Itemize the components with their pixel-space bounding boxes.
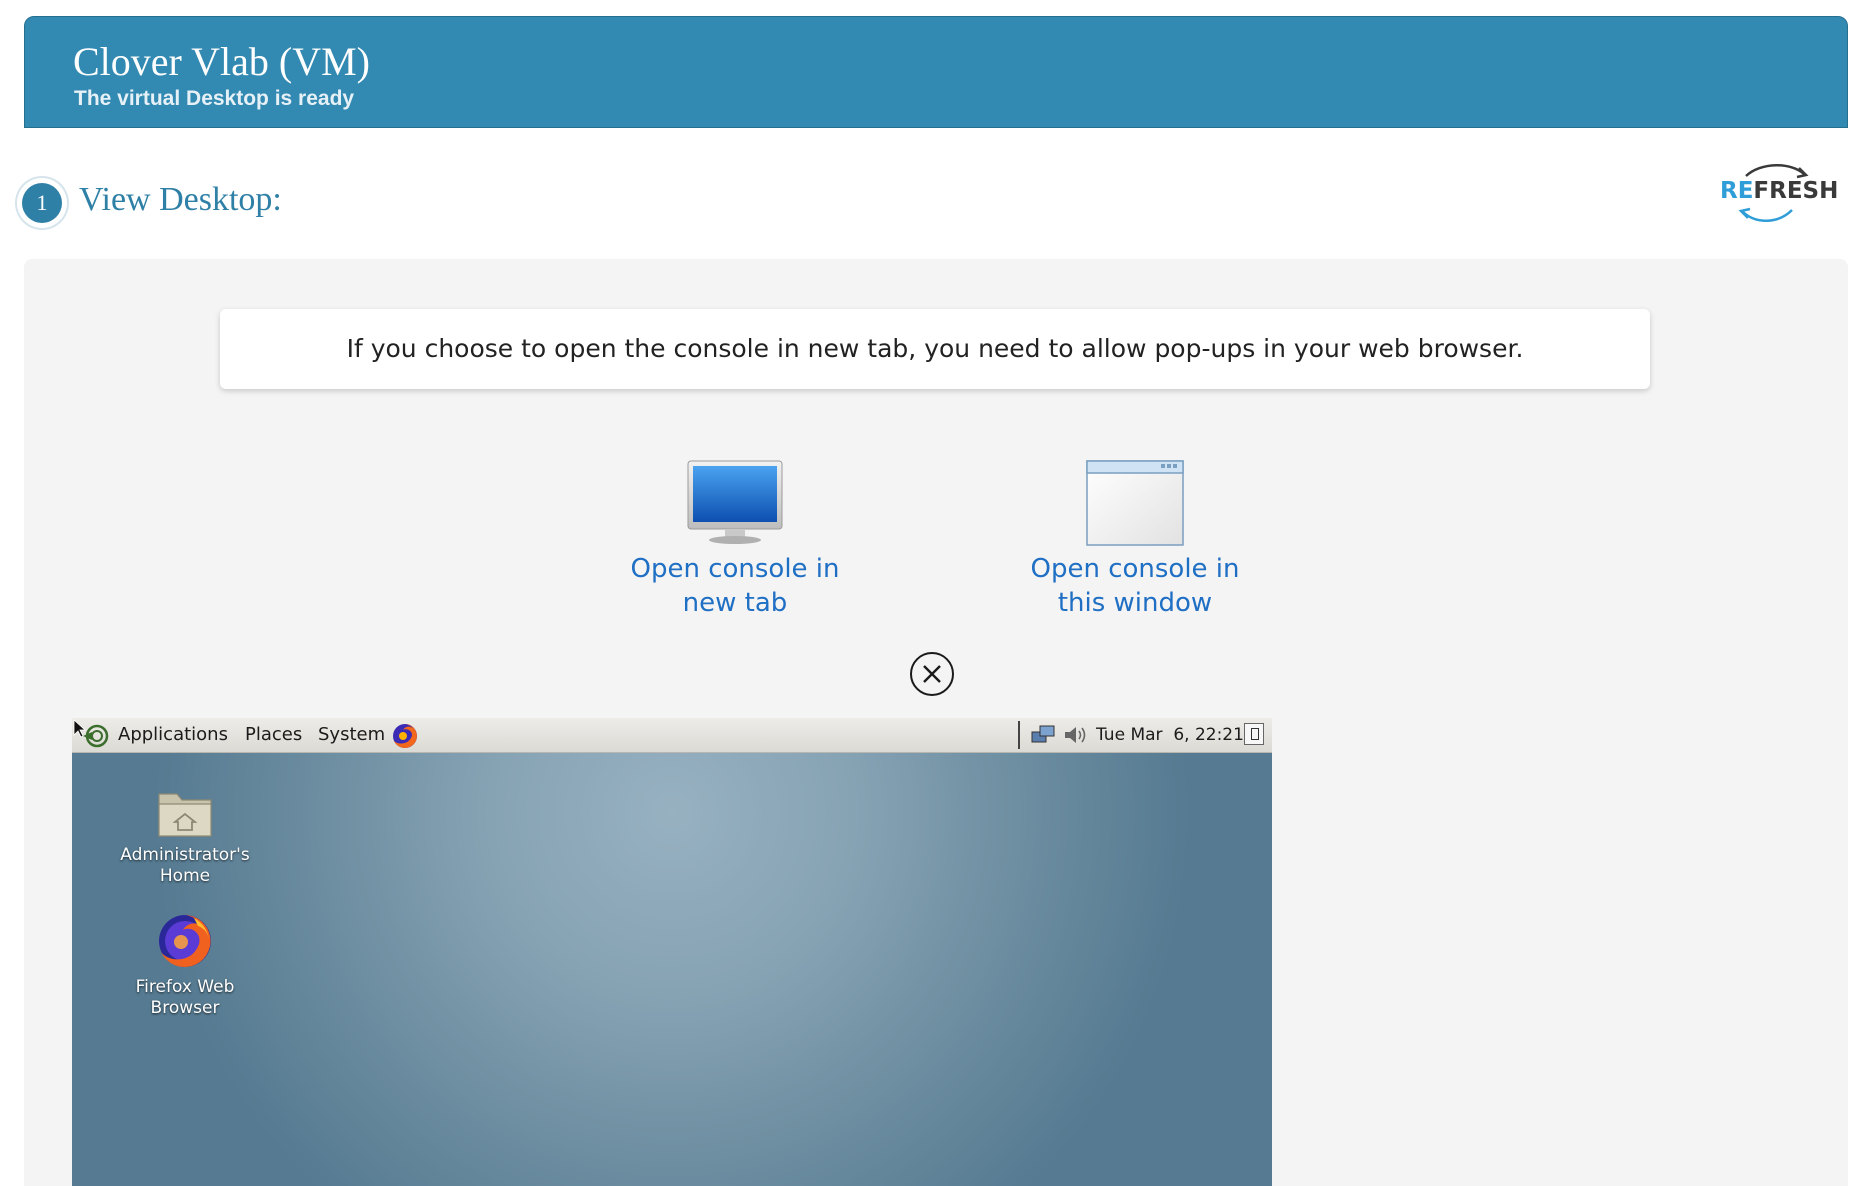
network-icon[interactable] [1030,724,1058,746]
this-window-link-line1[interactable]: Open console in [1015,552,1255,586]
vm-menu-places[interactable]: Places [245,718,302,752]
monitor-icon[interactable] [615,458,855,548]
step-number-badge: 1 [17,178,67,228]
vm-console-screen[interactable]: Applications Places System Tue Mar 6, 22… [72,718,1272,1186]
volume-icon[interactable] [1062,724,1088,746]
app-title: Clover Vlab (VM) [73,39,370,84]
vm-clock[interactable]: Tue Mar 6, 22:21 [1096,718,1244,752]
desktop-icon-firefox[interactable]: Firefox Web Browser [110,910,260,1019]
home-folder-icon [158,793,212,837]
close-console-button[interactable] [910,652,954,696]
vm-menu-applications[interactable]: Applications [118,718,228,752]
app-subtitle: The virtual Desktop is ready [74,87,355,110]
step-title: View Desktop: [79,181,282,218]
desktop-icon-home-label-1: Administrator's [120,845,250,865]
open-console-new-tab[interactable]: Open console in new tab [615,458,855,620]
desktop-icon-home[interactable]: Administrator's Home [110,784,260,887]
refresh-label-re: RE [1720,178,1754,204]
vm-taskbar: Applications Places System Tue Mar 6, 22… [72,718,1272,753]
desktop-icon-firefox-label-1: Firefox Web [135,977,235,997]
header-banner: Clover Vlab (VM) The virtual Desktop is … [24,16,1848,128]
firefox-launcher-icon[interactable] [390,721,420,751]
show-desktop-icon[interactable] [1244,723,1264,745]
vm-menu-system[interactable]: System [318,718,385,752]
refresh-label-fresh: FRESH [1753,178,1839,204]
distro-logo-icon[interactable] [80,723,112,749]
this-window-link-line2[interactable]: this window [1015,586,1255,620]
tray-separator [1018,721,1024,749]
refresh-button[interactable]: REFRESH [1716,160,1838,228]
close-icon [923,665,941,683]
firefox-icon [159,915,211,967]
open-console-this-window[interactable]: Open console in this window [1015,458,1255,620]
desktop-icon-home-label-2: Home [159,866,211,886]
new-tab-link-line2[interactable]: new tab [615,586,855,620]
desktop-icon-firefox-label-2: Browser [150,998,220,1018]
window-icon[interactable] [1015,458,1255,548]
new-tab-link-line1[interactable]: Open console in [615,552,855,586]
popup-notice: If you choose to open the console in new… [220,309,1650,389]
step-number: 1 [22,183,62,223]
refresh-label: REFRESH [1720,178,1838,204]
